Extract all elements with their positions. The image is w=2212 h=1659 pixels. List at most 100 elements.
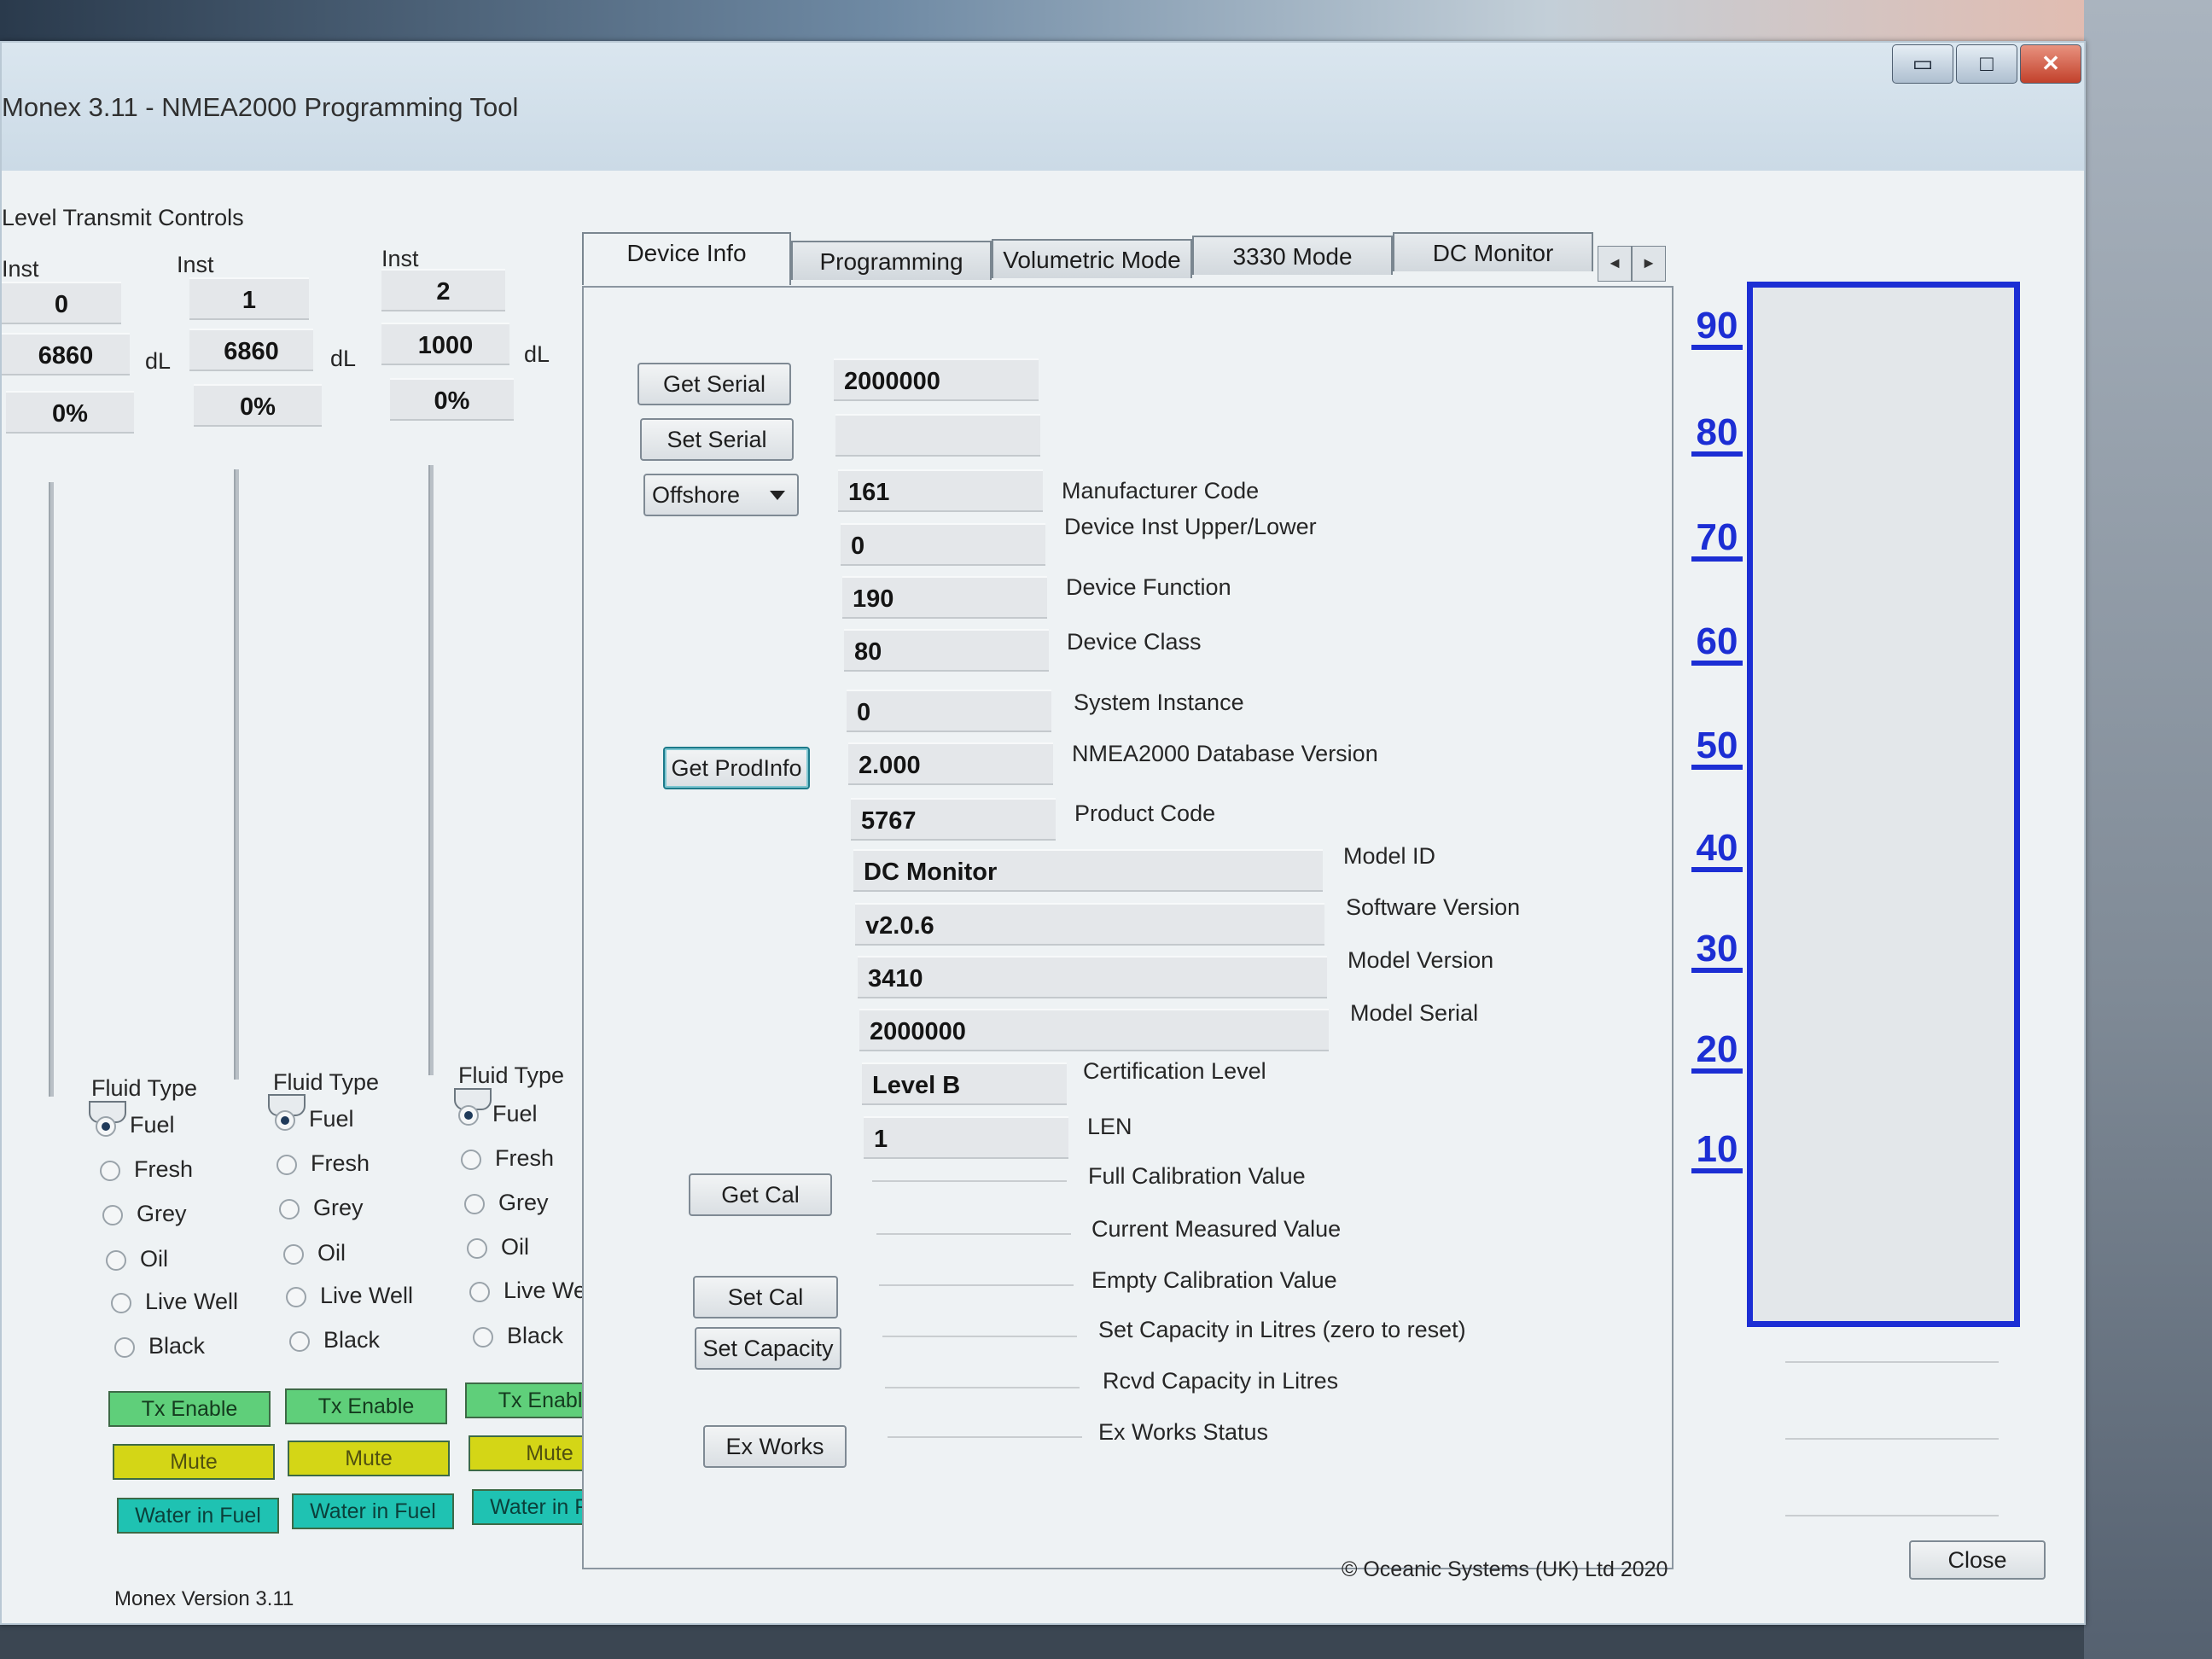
chevron-down-icon [770,491,785,500]
fluid-grey-radio-0[interactable]: Grey [102,1201,187,1227]
value-field-1[interactable]: 6860 [189,329,313,371]
gauge-tick-label: 20 [1691,1031,1743,1074]
get-prodinfo-button[interactable]: Get ProdInfo [663,747,810,789]
value-field-2[interactable]: 1000 [381,323,509,365]
water-in-fuel-button-0[interactable]: Water in Fuel [117,1498,279,1534]
level-slider-track-0[interactable] [49,482,54,1097]
fluid-black-radio-2[interactable]: Black [473,1323,563,1349]
level-slider-track-1[interactable] [234,469,239,1080]
fluid-black-radio-0[interactable]: Black [114,1333,205,1359]
current-measured-field [876,1233,1071,1235]
fluid-livewell-radio-1[interactable]: Live Well [286,1283,413,1309]
radio-dot [289,1330,310,1352]
set-capacity-button[interactable]: Set Capacity [695,1327,841,1370]
tab-volumetric-mode[interactable]: Volumetric Mode [992,239,1192,278]
empty-calibration-field[interactable] [879,1284,1074,1286]
fluid-oil-radio-1[interactable]: Oil [283,1240,346,1266]
tx-enable-button-0[interactable]: Tx Enable [108,1391,271,1427]
serial-input-field[interactable] [835,414,1040,457]
fluid-fuel-radio-2[interactable]: Fuel [458,1101,538,1127]
gauge-readout-line [1785,1361,1999,1363]
device-function-label: Device Function [1066,574,1231,600]
product-code-field: 5767 [851,798,1056,841]
radio-dot [275,1109,295,1131]
full-calibration-label: Full Calibration Value [1088,1163,1306,1189]
set-serial-button[interactable]: Set Serial [640,418,794,461]
tab-programming[interactable]: Programming [791,241,992,280]
radio-dot [467,1237,487,1259]
model-serial-field: 2000000 [859,1009,1329,1051]
get-cal-button[interactable]: Get Cal [689,1173,832,1216]
mute-button-1[interactable]: Mute [288,1441,450,1476]
fluid-fuel-radio-0[interactable]: Fuel [96,1112,175,1138]
get-serial-button[interactable]: Get Serial [637,363,791,405]
gauge-tick-text: 20 [1691,1031,1743,1074]
inst-field-0[interactable]: 0 [2,282,121,324]
radio-label: Fuel [492,1101,538,1126]
ex-works-button[interactable]: Ex Works [703,1425,847,1468]
certification-level-label: Certification Level [1083,1058,1266,1084]
model-version-label: Model Version [1348,947,1494,973]
fluid-black-radio-1[interactable]: Black [289,1327,380,1353]
manufacturer-code-label: Manufacturer Code [1062,478,1260,504]
level-slider-track-2[interactable] [428,465,434,1075]
tx-enable-button-1[interactable]: Tx Enable [285,1388,447,1424]
empty-calibration-label: Empty Calibration Value [1091,1267,1337,1293]
version-text: Monex Version 3.11 [114,1587,294,1610]
minimize-button[interactable]: ▭ [1892,44,1953,84]
inst-field-1[interactable]: 1 [189,277,309,320]
mute-button-0[interactable]: Mute [113,1444,275,1480]
current-measured-label: Current Measured Value [1091,1216,1342,1242]
manufacturer-code-field: 161 [838,469,1043,512]
serial-value-field[interactable]: 2000000 [834,358,1039,401]
radio-label: Fuel [309,1106,354,1132]
copyright-text: © Oceanic Systems (UK) Ltd 2020 [1342,1557,1668,1581]
water-in-fuel-button-1[interactable]: Water in Fuel [292,1493,454,1529]
gauge-readout-line [1785,1515,1999,1516]
model-version-field: 3410 [858,956,1327,998]
radio-label: Fuel [130,1112,175,1138]
fluid-livewell-radio-2[interactable]: Live Well [469,1278,597,1304]
tab-scroll-left-icon[interactable]: ◄ [1598,246,1632,282]
fluid-type-label-2: Fluid Type [458,1062,565,1088]
gauge-tick-label: 80 [1691,414,1743,457]
fluid-grey-radio-2[interactable]: Grey [464,1190,549,1216]
mode-select[interactable]: Offshore [643,474,799,516]
radio-label: Black [148,1333,206,1359]
gauge-tick-label: 10 [1691,1131,1743,1173]
tab-dc-monitor[interactable]: DC Monitor [1393,232,1593,271]
device-class-field: 80 [844,629,1049,672]
tab-device-info[interactable]: Device Info [582,232,791,285]
maximize-button[interactable]: □ [1956,44,2017,84]
set-capacity-label: Set Capacity in Litres (zero to reset) [1098,1317,1466,1342]
software-version-label: Software Version [1346,894,1521,920]
system-instance-label: System Instance [1074,690,1244,715]
rcvd-capacity-label: Rcvd Capacity in Litres [1103,1368,1339,1394]
radio-label: Fresh [495,1145,555,1171]
gauge-tick-text: 30 [1691,930,1743,973]
percent-field-1: 0% [194,384,322,427]
fluid-fresh-radio-1[interactable]: Fresh [276,1150,370,1177]
fluid-oil-radio-2[interactable]: Oil [467,1234,529,1260]
inst-field-2[interactable]: 2 [381,269,505,311]
radio-dot [106,1249,126,1271]
tab-scroll-right-icon[interactable]: ► [1632,246,1666,282]
gauge-tick-label: 50 [1691,727,1743,770]
fluid-oil-radio-0[interactable]: Oil [106,1246,168,1272]
gauge-readout-line [1785,1438,1999,1440]
gauge-tick-text: 40 [1691,830,1743,872]
fluid-grey-radio-1[interactable]: Grey [279,1195,364,1221]
model-id-label: Model ID [1343,843,1436,869]
gauge-tick-label: 30 [1691,930,1743,973]
tab-3330-mode[interactable]: 3330 Mode [1192,236,1393,275]
set-capacity-field[interactable] [882,1336,1077,1337]
radio-dot [96,1115,116,1137]
fluid-fresh-radio-0[interactable]: Fresh [100,1156,193,1183]
fluid-livewell-radio-0[interactable]: Live Well [111,1289,238,1315]
value-field-0[interactable]: 6860 [2,333,130,375]
fluid-fresh-radio-2[interactable]: Fresh [461,1145,554,1172]
close-window-button[interactable]: ✕ [2020,44,2081,84]
close-button[interactable]: Close [1909,1540,2046,1580]
fluid-fuel-radio-1[interactable]: Fuel [275,1106,354,1132]
set-cal-button[interactable]: Set Cal [693,1276,838,1318]
